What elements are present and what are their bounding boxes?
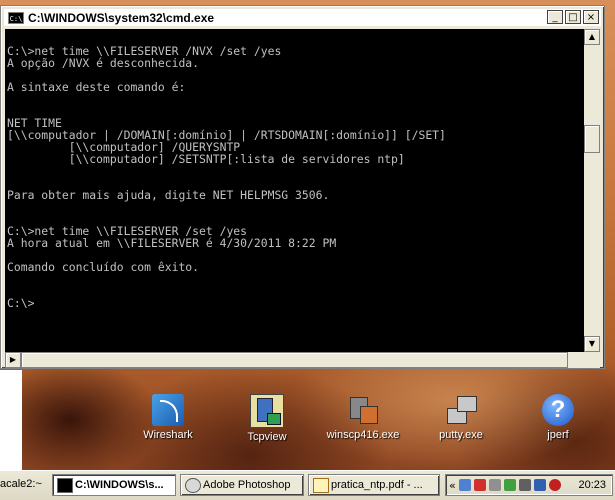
- console-text: C:\>net time \\FILESERVER /NVX /set /yes…: [7, 44, 446, 310]
- title-bar[interactable]: C:\ C:\WINDOWS\system32\cmd.exe _ □ ×: [4, 9, 601, 26]
- scroll-thumb[interactable]: [584, 125, 600, 153]
- bluetooth-icon[interactable]: [533, 479, 546, 491]
- wireshark-icon: [152, 394, 184, 426]
- cmd-icon[interactable]: C:\: [8, 11, 24, 24]
- desktop-icon-label: winscp416.exe: [326, 429, 400, 441]
- desktop-icon-tcpview[interactable]: Tcpview: [227, 394, 307, 443]
- jperf-icon: ?: [542, 394, 574, 426]
- scrollbar-corner: [584, 352, 600, 368]
- cmd-window[interactable]: C:\ C:\WINDOWS\system32\cmd.exe _ □ × C:…: [0, 5, 605, 369]
- scroll-right-button[interactable]: ▶: [5, 352, 21, 368]
- scroll-up-button[interactable]: ▲: [584, 29, 600, 45]
- photoshop-icon: [185, 478, 201, 493]
- taskbar-button-pdf[interactable]: pratica_ntp.pdf - ...: [308, 474, 440, 496]
- settings-icon[interactable]: [488, 479, 501, 491]
- taskbar: acale2:~ C:\WINDOWS\s... Adobe Photoshop…: [0, 470, 615, 500]
- background-window-strip: [0, 370, 22, 470]
- show-hidden-icons-button[interactable]: «: [449, 479, 456, 492]
- desktop-icon-wireshark[interactable]: Wireshark: [128, 394, 208, 441]
- network-disconnected-icon[interactable]: [473, 479, 486, 491]
- horizontal-scroll-thumb[interactable]: [21, 352, 568, 368]
- desktop-icon-jperf[interactable]: ? jperf: [518, 394, 598, 441]
- window-title: C:\WINDOWS\system32\cmd.exe: [28, 10, 215, 25]
- scroll-down-button[interactable]: ▼: [584, 336, 600, 352]
- tcpview-icon: [250, 394, 284, 428]
- maximize-button[interactable]: □: [565, 10, 581, 24]
- cmd-icon: [57, 478, 73, 493]
- desktop-icon-label: jperf: [547, 429, 569, 441]
- desktop-icon-label: Wireshark: [143, 429, 193, 441]
- desktop-icon-winscp[interactable]: winscp416.exe: [323, 394, 403, 441]
- taskbar-button-label: pratica_ntp.pdf - ...: [331, 479, 423, 491]
- horizontal-scrollbar[interactable]: ◀ ▶: [5, 352, 584, 368]
- close-button[interactable]: ×: [583, 10, 599, 24]
- taskbar-button-cmd[interactable]: C:\WINDOWS\s...: [52, 474, 176, 496]
- volume-icon[interactable]: [518, 479, 531, 491]
- system-tray: « 20:23: [445, 474, 613, 496]
- window-controls: _ □ ×: [545, 10, 599, 24]
- console-output[interactable]: C:\>net time \\FILESERVER /NVX /set /yes…: [5, 29, 584, 352]
- network-icon[interactable]: [458, 479, 471, 491]
- putty-icon: [445, 394, 477, 426]
- winscp-icon: [347, 394, 379, 426]
- desktop-icon-label: Tcpview: [247, 431, 287, 443]
- minimize-button[interactable]: _: [547, 10, 563, 24]
- taskbar-button-label: C:\WINDOWS\s...: [75, 479, 164, 491]
- security-icon[interactable]: [503, 479, 516, 491]
- desktop-icon-putty[interactable]: putty.exe: [421, 394, 501, 441]
- taskbar-button-label: Adobe Photoshop: [203, 479, 291, 491]
- taskbar-button-partial[interactable]: acale2:~: [0, 474, 48, 496]
- antivirus-icon[interactable]: [548, 479, 561, 491]
- taskbar-button-photoshop[interactable]: Adobe Photoshop: [180, 474, 304, 496]
- desktop-icon-label: putty.exe: [439, 429, 483, 441]
- pdf-icon: [313, 478, 329, 493]
- vertical-scrollbar[interactable]: ▲ ▼: [584, 29, 600, 352]
- clock[interactable]: 20:23: [578, 479, 606, 491]
